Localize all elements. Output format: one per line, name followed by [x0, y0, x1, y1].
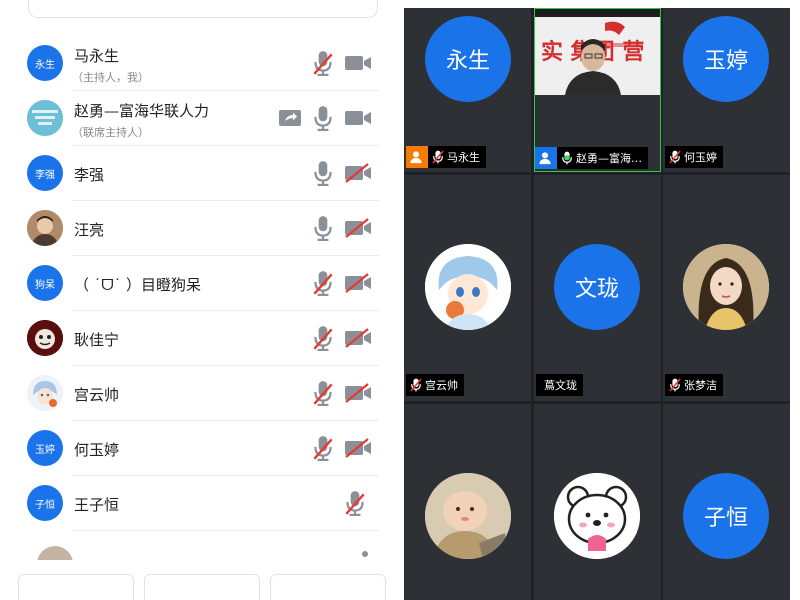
avatar: 子恒	[27, 485, 63, 521]
microphone-muted-icon	[669, 378, 681, 392]
avatar	[27, 375, 63, 411]
tile-name-label: 蔦文珑	[536, 374, 583, 396]
avatar-image	[27, 375, 63, 411]
participant-name: 王子恒	[74, 496, 120, 514]
participant-row[interactable]: 汪亮	[10, 201, 395, 256]
tile-name-label: 赵勇—富海…	[535, 147, 648, 169]
search-box-stub[interactable]	[28, 0, 378, 18]
microphone-icon[interactable]	[312, 105, 334, 131]
avatar: 子恒	[683, 473, 769, 559]
avatar-image	[27, 210, 63, 246]
avatar-image	[683, 244, 769, 330]
participant-row[interactable]: 狗呆 （ ˙ᗜ˙ ）目瞪狗呆	[10, 256, 395, 311]
bottom-button-3[interactable]	[270, 574, 386, 600]
camera-icon[interactable]	[344, 53, 372, 73]
avatar	[27, 320, 63, 356]
avatar	[425, 244, 511, 330]
camera-off-icon[interactable]	[344, 328, 372, 348]
microphone-muted-icon[interactable]	[312, 50, 334, 76]
microphone-icon	[561, 151, 573, 165]
host-user-icon	[406, 146, 428, 168]
avatar: 文珑	[554, 244, 640, 330]
participant-role: （主持人，我）	[72, 71, 149, 84]
participant-row[interactable]: 赵勇—富海华联人力 （联席主持人）	[10, 91, 395, 146]
avatar	[554, 473, 640, 559]
participant-name: 汪亮	[74, 221, 105, 239]
participant-row[interactable]: 玉婷 何玉婷	[10, 421, 395, 476]
avatar-image	[27, 100, 63, 136]
avatar: 李强	[27, 155, 63, 191]
host-user-icon	[535, 147, 557, 169]
participant-list-panel: 永生 马永生 （主持人，我） 赵勇—富海华联人力 （联席主持人） 李强 李强 汪…	[10, 0, 395, 600]
tile-name-label: 张梦洁	[665, 374, 723, 396]
avatar-image	[554, 473, 640, 559]
bottom-button-2[interactable]	[144, 574, 260, 600]
avatar-image	[425, 244, 511, 330]
participant-name: 宫云帅	[74, 386, 120, 404]
participant-row[interactable]: 耿佳宁	[10, 311, 395, 366]
microphone-muted-icon	[432, 150, 444, 164]
microphone-muted-icon[interactable]	[344, 490, 366, 516]
video-tile[interactable]	[404, 404, 531, 600]
avatar-image	[425, 473, 511, 559]
participant-row[interactable]: 李强 李强	[10, 146, 395, 201]
partial-mic-icon	[362, 551, 368, 557]
participant-row[interactable]: 子恒 王子恒	[10, 476, 395, 531]
participant-role: （联席主持人）	[72, 126, 149, 139]
partial-avatar	[37, 546, 73, 560]
row-divider	[72, 530, 379, 531]
participant-row[interactable]: 宫云帅	[10, 366, 395, 421]
screen-share-icon[interactable]	[278, 108, 302, 128]
microphone-muted-icon[interactable]	[312, 380, 334, 406]
video-feed: 实 集团 营	[535, 9, 660, 95]
participant-name: 马永生	[74, 47, 120, 65]
video-tile[interactable]: 宫云帅	[404, 175, 531, 401]
participant-name: 耿佳宁	[74, 331, 120, 349]
camera-icon[interactable]	[344, 108, 372, 128]
video-tile-active[interactable]: 实 集团 营 赵勇—富海…	[534, 8, 661, 172]
tile-name-label: 宫云帅	[406, 374, 464, 396]
avatar	[425, 473, 511, 559]
avatar	[27, 210, 63, 246]
avatar	[27, 100, 63, 136]
camera-off-icon[interactable]	[344, 438, 372, 458]
microphone-muted-icon	[669, 150, 681, 164]
video-tile[interactable]: 永生 马永生	[404, 8, 531, 172]
microphone-muted-icon	[410, 378, 422, 392]
camera-off-icon[interactable]	[344, 163, 372, 183]
video-tile[interactable]: 文珑 蔦文珑	[534, 175, 661, 401]
microphone-muted-icon[interactable]	[312, 270, 334, 296]
bottom-button-1[interactable]	[18, 574, 134, 600]
camera-off-icon[interactable]	[344, 383, 372, 403]
avatar: 狗呆	[27, 265, 63, 301]
camera-off-icon[interactable]	[344, 218, 372, 238]
tile-name-label: 何玉婷	[665, 146, 723, 168]
video-tile[interactable]: 张梦洁	[663, 175, 790, 401]
avatar: 永生	[425, 16, 511, 102]
avatar: 玉婷	[683, 16, 769, 102]
microphone-muted-icon[interactable]	[312, 435, 334, 461]
microphone-muted-icon[interactable]	[312, 325, 334, 351]
participant-name: 赵勇—富海华联人力	[74, 102, 210, 120]
camera-off-icon[interactable]	[344, 273, 372, 293]
video-frame: 实 集团 营	[535, 9, 660, 95]
participant-name: 何玉婷	[74, 441, 120, 459]
microphone-icon[interactable]	[312, 215, 334, 241]
participant-name: （ ˙ᗜ˙ ）目瞪狗呆	[74, 276, 201, 294]
tile-name-label: 马永生	[406, 146, 486, 168]
microphone-icon[interactable]	[312, 160, 334, 186]
video-tile[interactable]: 玉婷 何玉婷	[663, 8, 790, 172]
video-grid: 永生 马永生 实 集团 营	[404, 8, 790, 600]
participant-name: 李强	[74, 166, 105, 184]
video-tile[interactable]: 子恒	[663, 404, 790, 600]
video-tile[interactable]	[534, 404, 661, 600]
participant-row[interactable]: 永生 马永生 （主持人，我）	[10, 36, 395, 91]
avatar-image	[27, 320, 63, 356]
avatar	[683, 244, 769, 330]
avatar: 玉婷	[27, 430, 63, 466]
avatar: 永生	[27, 45, 63, 81]
